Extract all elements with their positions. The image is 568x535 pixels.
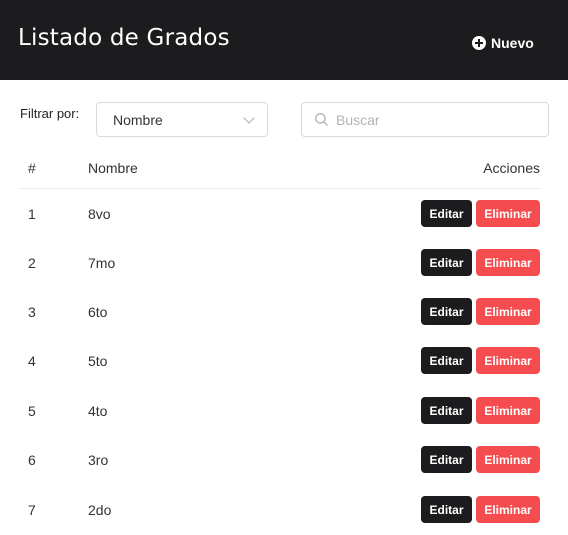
row-number: 1 — [28, 206, 36, 222]
table-row: 4 5to Editar Eliminar — [18, 347, 540, 387]
row-number: 3 — [28, 304, 36, 320]
edit-button[interactable]: Editar — [421, 446, 472, 473]
filter-label: Filtrar por: — [20, 106, 80, 121]
row-name: 7mo — [88, 255, 116, 271]
row-name: 3ro — [88, 452, 109, 468]
row-name: 4to — [88, 403, 108, 419]
delete-button[interactable]: Eliminar — [476, 347, 540, 374]
edit-button[interactable]: Editar — [421, 347, 472, 374]
delete-button[interactable]: Eliminar — [476, 200, 540, 227]
delete-button[interactable]: Eliminar — [476, 446, 540, 473]
edit-button[interactable]: Editar — [421, 200, 472, 227]
row-number: 6 — [28, 452, 36, 468]
filter-select-value: Nombre — [113, 111, 163, 128]
delete-button[interactable]: Eliminar — [476, 496, 540, 523]
search-icon — [315, 113, 328, 126]
delete-button[interactable]: Eliminar — [476, 249, 540, 276]
delete-button[interactable]: Eliminar — [476, 397, 540, 424]
edit-button[interactable]: Editar — [421, 397, 472, 424]
row-name: 8vo — [88, 206, 111, 222]
chevron-down-icon — [243, 112, 255, 124]
column-header-name: Nombre — [88, 160, 138, 176]
filter-select[interactable]: Nombre — [96, 102, 268, 137]
table-row: 3 6to Editar Eliminar — [18, 298, 540, 338]
row-actions: Editar Eliminar — [421, 496, 540, 523]
row-actions: Editar Eliminar — [421, 249, 540, 276]
column-header-number: # — [28, 160, 36, 176]
row-number: 4 — [28, 353, 36, 369]
row-number: 7 — [28, 502, 36, 518]
row-name: 2do — [88, 502, 112, 518]
row-number: 2 — [28, 255, 36, 271]
column-header-actions: Acciones — [483, 160, 540, 176]
row-actions: Editar Eliminar — [421, 446, 540, 473]
search-input[interactable] — [336, 111, 536, 128]
search-box — [301, 102, 549, 137]
row-name: 5to — [88, 353, 108, 369]
row-actions: Editar Eliminar — [421, 347, 540, 374]
plus-circle-icon — [472, 36, 486, 50]
edit-button[interactable]: Editar — [421, 496, 472, 523]
new-button[interactable]: Nuevo — [466, 30, 540, 56]
new-button-label: Nuevo — [491, 35, 534, 51]
table-row: 2 7mo Editar Eliminar — [18, 249, 540, 289]
row-actions: Editar Eliminar — [421, 397, 540, 424]
row-actions: Editar Eliminar — [421, 298, 540, 325]
row-actions: Editar Eliminar — [421, 200, 540, 227]
edit-button[interactable]: Editar — [421, 298, 472, 325]
row-name: 6to — [88, 304, 108, 320]
table-row: 5 4to Editar Eliminar — [18, 397, 540, 437]
edit-button[interactable]: Editar — [421, 249, 472, 276]
delete-button[interactable]: Eliminar — [476, 298, 540, 325]
table-row: 6 3ro Editar Eliminar — [18, 446, 540, 486]
app-header: Listado de Grados Nuevo — [0, 0, 568, 80]
row-number: 5 — [28, 403, 36, 419]
table-row: 1 8vo Editar Eliminar — [18, 200, 540, 240]
table-row: 7 2do Editar Eliminar — [18, 496, 540, 535]
table-header: # Nombre Acciones — [18, 150, 540, 189]
page-title: Listado de Grados — [18, 25, 230, 51]
